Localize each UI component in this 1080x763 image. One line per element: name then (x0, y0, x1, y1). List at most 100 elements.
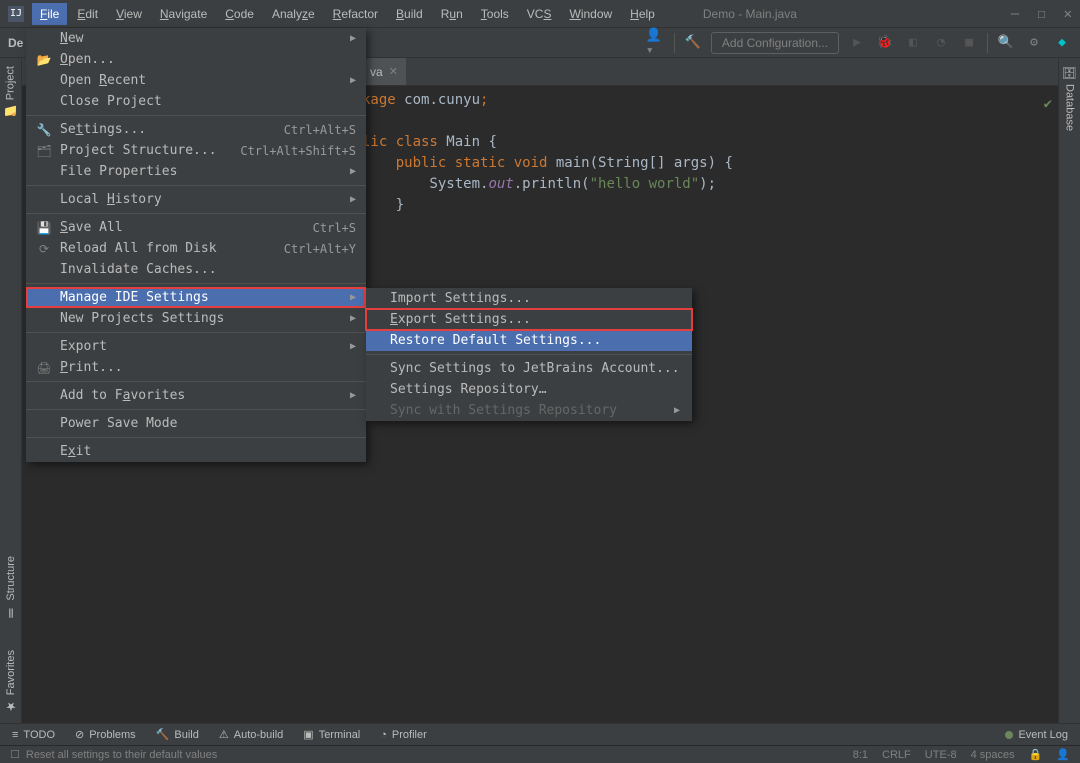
wrench-icon: 🔧 (36, 123, 52, 137)
submenu-item-sync-jetbrains[interactable]: Sync Settings to JetBrains Account... (366, 358, 692, 379)
bottom-tab-build[interactable]: 🔨Build (156, 728, 199, 741)
separator (26, 437, 366, 438)
tab-close-icon[interactable]: ✕ (389, 65, 398, 78)
menu-item-manage-ide-settings[interactable]: Manage IDE Settings▶ (26, 287, 366, 308)
menu-edit[interactable]: Edit (69, 3, 106, 25)
submenu-arrow-icon: ▶ (350, 166, 356, 177)
menu-file[interactable]: File (32, 3, 67, 25)
menu-window[interactable]: Window (561, 3, 620, 25)
profiler-icon: ◔ (380, 729, 387, 741)
submenu-item-settings-repo[interactable]: Settings Repository… (366, 379, 692, 400)
separator (26, 332, 366, 333)
menu-navigate[interactable]: Navigate (152, 3, 215, 25)
bottom-tab-event-log[interactable]: Event Log (1005, 729, 1068, 741)
profile-icon[interactable]: ◔ (931, 33, 951, 53)
bottom-tab-problems[interactable]: ⊘Problems (75, 728, 136, 741)
separator (26, 381, 366, 382)
menu-help[interactable]: Help (622, 3, 663, 25)
submenu-item-export[interactable]: Export Settings... (366, 309, 692, 330)
folder-icon: 📁 (3, 104, 18, 118)
menu-build[interactable]: Build (388, 3, 431, 25)
tab-label: va (370, 65, 383, 79)
submenu-arrow-icon: ▶ (674, 405, 680, 416)
separator (26, 185, 366, 186)
menu-item-add-favorites[interactable]: Add to Favorites▶ (26, 385, 366, 406)
shortcut: Ctrl+S (313, 221, 356, 235)
menu-run[interactable]: Run (433, 3, 471, 25)
lock-icon[interactable]: 🔒 (1029, 748, 1043, 761)
close-icon[interactable]: ✕ (1064, 6, 1072, 22)
menu-vcs[interactable]: VCS (519, 3, 560, 25)
run-icon[interactable]: ▶ (847, 33, 867, 53)
sidebar-tab-structure[interactable]: ⫴Structure (5, 556, 17, 620)
menu-item-power-save[interactable]: Power Save Mode (26, 413, 366, 434)
status-position[interactable]: 8:1 (853, 749, 868, 761)
menu-item-settings[interactable]: 🔧Settings...Ctrl+Alt+S (26, 119, 366, 140)
user-icon[interactable]: 👤▾ (646, 33, 666, 53)
save-icon: 💾 (36, 221, 52, 235)
bottom-tab-profiler[interactable]: ◔Profiler (380, 729, 427, 741)
menu-item-export[interactable]: Export▶ (26, 336, 366, 357)
menu-item-new-projects-settings[interactable]: New Projects Settings▶ (26, 308, 366, 329)
statusbar: ☐ Reset all settings to their default va… (0, 745, 1080, 763)
app-icon: IJ (8, 6, 24, 22)
maximize-icon[interactable]: ☐ (1037, 6, 1045, 22)
menu-item-save-all[interactable]: 💾Save AllCtrl+S (26, 217, 366, 238)
hint-icon: ☐ (10, 748, 20, 761)
submenu-arrow-icon: ▶ (350, 292, 356, 303)
menu-item-file-properties[interactable]: File Properties▶ (26, 161, 366, 182)
menu-tools[interactable]: Tools (473, 3, 517, 25)
sidebar-tab-project[interactable]: 📁Project (3, 66, 18, 118)
submenu-arrow-icon: ▶ (350, 341, 356, 352)
menu-item-new[interactable]: New▶ (26, 28, 366, 49)
status-indent[interactable]: 4 spaces (971, 749, 1015, 761)
menu-item-exit[interactable]: Exit (26, 441, 366, 462)
menu-item-local-history[interactable]: Local History▶ (26, 189, 366, 210)
menu-item-close-project[interactable]: Close Project (26, 91, 366, 112)
separator (26, 213, 366, 214)
structure-icon: ⫴ (8, 605, 13, 620)
bottom-tab-todo[interactable]: ≡TODO (12, 729, 55, 741)
bottom-tab-terminal[interactable]: ▣Terminal (303, 728, 360, 741)
submenu-item-import[interactable]: Import Settings... (366, 288, 692, 309)
settings-icon[interactable]: ⚙ (1024, 33, 1044, 53)
menu-item-print[interactable]: 🖨Print... (26, 357, 366, 378)
print-icon: 🖨 (36, 361, 52, 375)
status-encoding[interactable]: UTE-8 (925, 749, 957, 761)
reload-icon: ⟳ (36, 242, 52, 256)
stop-icon[interactable]: ■ (959, 33, 979, 53)
submenu-arrow-icon: ▶ (350, 75, 356, 86)
hammer-icon[interactable]: 🔨 (683, 33, 703, 53)
add-configuration-button[interactable]: Add Configuration... (711, 32, 839, 54)
menubar: File Edit View Navigate Code Analyze Ref… (32, 3, 663, 25)
menu-analyze[interactable]: Analyze (264, 3, 323, 25)
sidebar-tab-database[interactable]: 🗄Database (1062, 66, 1077, 131)
hammer-icon: 🔨 (156, 728, 170, 741)
menu-item-project-structure[interactable]: 🗂Project Structure...Ctrl+Alt+Shift+S (26, 140, 366, 161)
search-icon[interactable]: 🔍 (996, 33, 1016, 53)
menu-item-reload[interactable]: ⟳Reload All from DiskCtrl+Alt+Y (26, 238, 366, 259)
minimize-icon[interactable]: — (1011, 6, 1019, 22)
checkmark-icon[interactable]: ✔ (1044, 94, 1052, 115)
shortcut: Ctrl+Alt+Shift+S (240, 144, 356, 158)
breadcrumb-project[interactable]: De (8, 36, 23, 50)
menu-view[interactable]: View (108, 3, 150, 25)
file-tab-main[interactable]: va ✕ (362, 58, 406, 85)
coverage-icon[interactable]: ◧ (903, 33, 923, 53)
menu-item-open[interactable]: 📂Open... (26, 49, 366, 70)
divider (674, 33, 675, 53)
jetbrains-icon[interactable]: ◆ (1052, 33, 1072, 53)
status-line-sep[interactable]: CRLF (882, 749, 911, 761)
submenu-item-restore[interactable]: Restore Default Settings... (366, 330, 692, 351)
sidebar-tab-favorites[interactable]: ★Favorites (5, 650, 17, 713)
debug-icon[interactable]: 🐞 (875, 33, 895, 53)
warning-icon: ⚠ (219, 728, 229, 741)
shortcut: Ctrl+Alt+S (284, 123, 356, 137)
menu-refactor[interactable]: Refactor (325, 3, 386, 25)
bottom-toolbar: ≡TODO ⊘Problems 🔨Build ⚠Auto-build ▣Term… (0, 723, 1080, 745)
menu-item-invalidate[interactable]: Invalidate Caches... (26, 259, 366, 280)
inspector-icon[interactable]: 👤 (1056, 748, 1070, 761)
bottom-tab-auto-build[interactable]: ⚠Auto-build (219, 728, 283, 741)
menu-code[interactable]: Code (217, 3, 262, 25)
menu-item-open-recent[interactable]: Open Recent▶ (26, 70, 366, 91)
